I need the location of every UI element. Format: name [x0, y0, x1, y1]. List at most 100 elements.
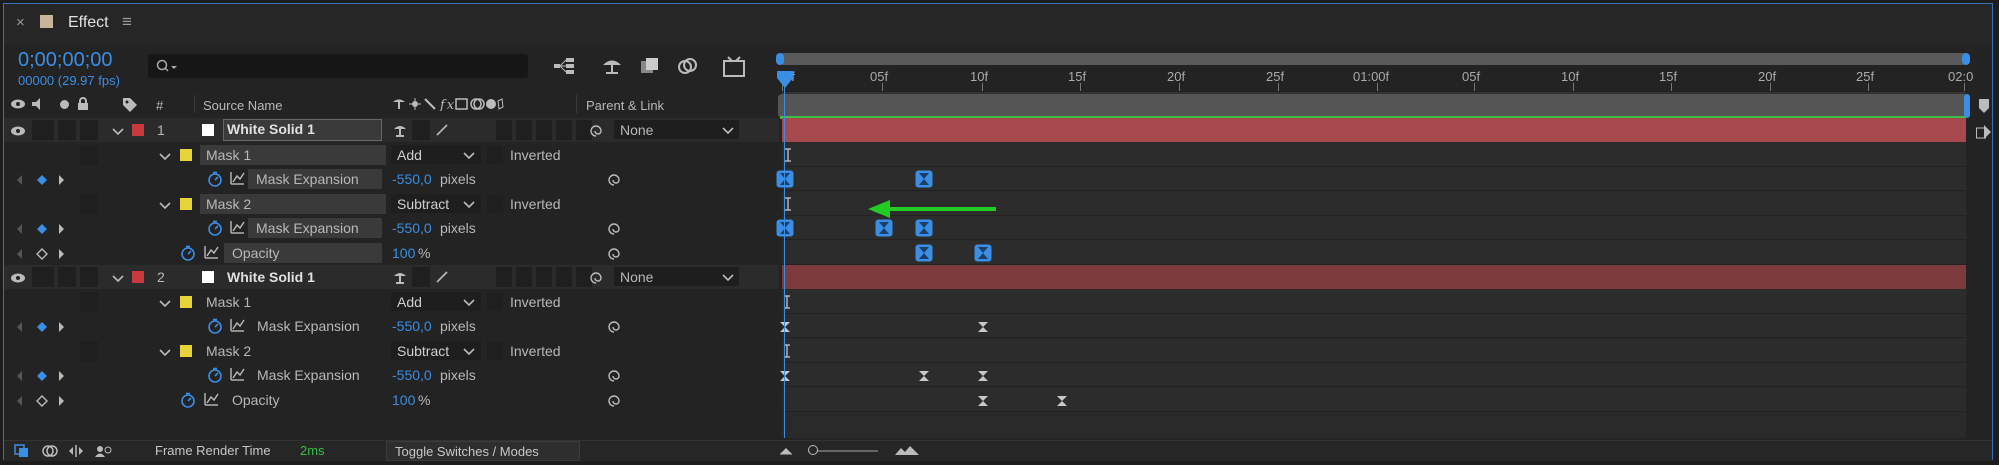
- property-row[interactable]: Mask Expansion -550,0 pixels: [4, 363, 779, 387]
- mask-row[interactable]: Mask 1 Add Inverted: [4, 290, 779, 314]
- shy-switch-icon[interactable]: [393, 270, 407, 289]
- expand-chevron-icon[interactable]: [112, 125, 124, 143]
- mask-name-field[interactable]: Mask 2: [200, 193, 386, 214]
- graph-icon[interactable]: [204, 392, 219, 412]
- lock-icon[interactable]: [76, 97, 90, 111]
- keyframe[interactable]: [875, 219, 893, 242]
- property-name-field[interactable]: Opacity: [224, 242, 382, 263]
- property-row[interactable]: Mask Expansion -550,0 pixels: [4, 167, 779, 191]
- expression-pickwhip-icon[interactable]: [606, 319, 620, 338]
- graph-icon[interactable]: [230, 318, 245, 338]
- property-name[interactable]: Mask Expansion: [257, 366, 360, 384]
- time-ruler[interactable]: 0f05f10f15f20f25f01:00f05f10f15f20f25f02…: [782, 68, 1973, 92]
- motion-blur-switch[interactable]: [536, 120, 552, 140]
- layer-name[interactable]: White Solid 1: [227, 268, 315, 286]
- tab-title[interactable]: Effect: [68, 14, 109, 32]
- zoom-slider-handle[interactable]: [808, 445, 818, 455]
- keyframe[interactable]: [776, 219, 794, 242]
- label-color-swatch[interactable]: [132, 271, 144, 283]
- keyframe[interactable]: [977, 369, 989, 387]
- navigator-end-handle[interactable]: [1964, 94, 1970, 118]
- property-value[interactable]: -550,0: [392, 317, 432, 335]
- mask-name[interactable]: Mask 2: [206, 342, 251, 360]
- shy-switch-icon[interactable]: [393, 123, 407, 142]
- expand-chevron-icon[interactable]: [159, 199, 171, 217]
- layer-row[interactable]: 2 White Solid 1 None: [4, 265, 779, 289]
- mask-name-field[interactable]: Mask 1: [200, 144, 386, 165]
- video-visibility-icon[interactable]: [10, 124, 26, 142]
- work-area-end-handle[interactable]: [1962, 53, 1970, 65]
- column-parent-link[interactable]: Parent & Link: [586, 97, 664, 115]
- prev-keyframe-icon[interactable]: [14, 222, 26, 240]
- keyframe[interactable]: [915, 244, 933, 267]
- next-keyframe-icon[interactable]: [56, 320, 68, 338]
- property-value[interactable]: 100: [392, 391, 415, 409]
- prev-keyframe-icon[interactable]: [14, 173, 26, 191]
- search-input[interactable]: [148, 54, 528, 78]
- add-keyframe-icon[interactable]: [36, 222, 48, 240]
- next-keyframe-icon[interactable]: [56, 222, 68, 240]
- current-time-indicator-head[interactable]: [776, 70, 794, 90]
- video-visibility-icon[interactable]: [10, 98, 26, 110]
- mask-color-swatch[interactable]: [180, 148, 192, 161]
- close-tab-icon[interactable]: ×: [16, 14, 25, 32]
- parent-pickwhip-icon[interactable]: [588, 123, 602, 142]
- expression-pickwhip-icon[interactable]: [606, 393, 620, 412]
- property-name[interactable]: Opacity: [232, 391, 279, 409]
- add-keyframe-icon[interactable]: [36, 173, 48, 191]
- keyframe[interactable]: [779, 369, 791, 387]
- comp-marker-bin-icon[interactable]: [1978, 98, 1990, 114]
- mask-mode-dropdown[interactable]: Subtract: [391, 193, 481, 213]
- frame-blending-icon[interactable]: [638, 56, 662, 76]
- property-row[interactable]: Opacity 100%: [4, 388, 779, 412]
- next-keyframe-icon[interactable]: [56, 247, 68, 265]
- next-keyframe-icon[interactable]: [56, 369, 68, 387]
- video-visibility-icon[interactable]: [10, 271, 26, 289]
- work-area-start-handle[interactable]: [776, 53, 784, 65]
- add-keyframe-icon[interactable]: [36, 320, 48, 338]
- frame-blend-switch[interactable]: [516, 120, 532, 140]
- effects-switch[interactable]: [496, 120, 512, 140]
- expand-chevron-icon[interactable]: [112, 272, 124, 290]
- solo-icon[interactable]: [60, 100, 69, 109]
- prev-keyframe-icon[interactable]: [14, 247, 26, 265]
- keyframe[interactable]: [915, 219, 933, 242]
- property-value[interactable]: 100: [392, 244, 415, 262]
- prev-keyframe-icon[interactable]: [14, 320, 26, 338]
- layer-duration-bar[interactable]: [782, 265, 1966, 289]
- layer-duration-bar[interactable]: [782, 118, 1966, 142]
- property-name-field[interactable]: Mask Expansion: [248, 218, 382, 238]
- layer-row[interactable]: 1 White Solid 1 None: [4, 118, 779, 142]
- keyframe[interactable]: [779, 320, 791, 338]
- mask-color-swatch[interactable]: [180, 197, 192, 210]
- expression-pickwhip-icon[interactable]: [606, 172, 620, 191]
- composition-mini-flowchart-icon[interactable]: [552, 56, 576, 76]
- collapse-switch[interactable]: [412, 267, 430, 287]
- motion-blur-switch[interactable]: [536, 267, 552, 287]
- zoom-in-icon[interactable]: [894, 444, 920, 456]
- audio-switch[interactable]: [32, 267, 54, 287]
- expression-pickwhip-icon[interactable]: [606, 368, 620, 387]
- solo-switch[interactable]: [58, 267, 76, 287]
- next-keyframe-icon[interactable]: [56, 394, 68, 412]
- frame-blend-switch[interactable]: [516, 267, 532, 287]
- expand-chevron-icon[interactable]: [159, 150, 171, 168]
- lock-switch[interactable]: [80, 193, 98, 214]
- expand-chevron-icon[interactable]: [159, 297, 171, 315]
- graph-icon[interactable]: [230, 220, 245, 240]
- property-value[interactable]: -550,0: [392, 219, 432, 237]
- adjustment-switch[interactable]: [556, 120, 572, 140]
- mask-name[interactable]: Mask 1: [206, 293, 251, 311]
- keyframe[interactable]: [915, 170, 933, 193]
- property-value[interactable]: -550,0: [392, 366, 432, 384]
- property-name-field[interactable]: Mask Expansion: [248, 169, 382, 189]
- current-timecode[interactable]: 0;00;00;00: [18, 49, 113, 71]
- stopwatch-icon[interactable]: [180, 245, 196, 266]
- stopwatch-icon[interactable]: [207, 220, 223, 241]
- lock-switch[interactable]: [80, 120, 98, 140]
- graph-icon[interactable]: [230, 367, 245, 387]
- parent-dropdown[interactable]: None: [614, 267, 739, 286]
- prev-keyframe-icon[interactable]: [14, 394, 26, 412]
- collapse-switch[interactable]: [412, 120, 430, 140]
- quality-switch-icon[interactable]: [435, 270, 449, 289]
